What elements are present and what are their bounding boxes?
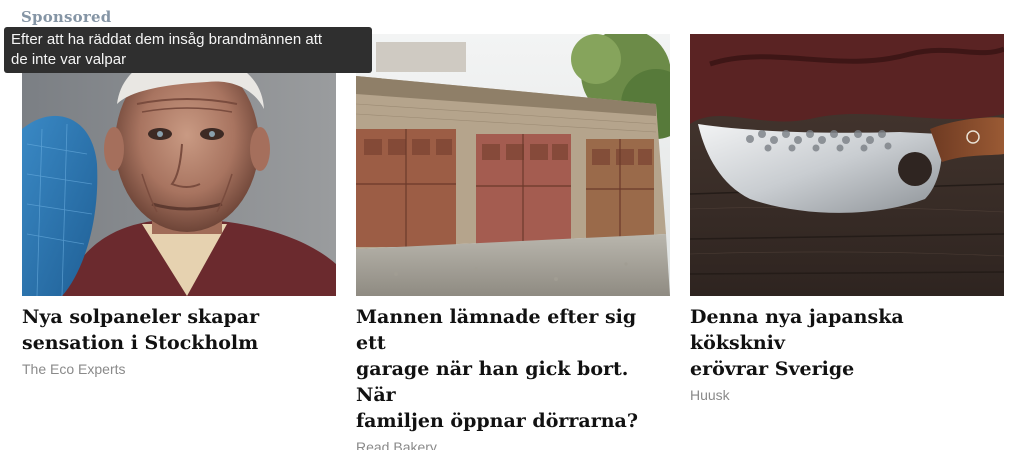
ad-image-garage[interactable] [356, 34, 670, 296]
ad-headline[interactable]: Nya solpaneler skapar sensation i Stockh… [22, 304, 336, 356]
ad-headline[interactable]: Mannen lämnade efter sig ett garage när … [356, 304, 670, 434]
ad-source: Read Bakery [356, 439, 437, 450]
ad-card-3[interactable]: Denna nya japanska kökskniv erövrar Sver… [690, 34, 1004, 403]
ad-source: The Eco Experts [22, 361, 126, 377]
ad-headline[interactable]: Denna nya japanska kökskniv erövrar Sver… [690, 304, 1004, 382]
ad-source: Huusk [690, 387, 730, 403]
sponsored-label: Sponsored [21, 8, 112, 26]
tooltip: Efter att ha räddat dem insåg brandmänne… [4, 27, 372, 73]
ad-card-2[interactable]: Mannen lämnade efter sig ett garage när … [356, 34, 670, 450]
ad-image-elderly-man[interactable] [22, 34, 336, 296]
ad-image-knife[interactable] [690, 34, 1004, 296]
sponsored-widget: Sponsored Nya solpaneler skapar sensatio… [0, 0, 1024, 450]
ad-card-1[interactable]: Nya solpaneler skapar sensation i Stockh… [22, 34, 336, 377]
